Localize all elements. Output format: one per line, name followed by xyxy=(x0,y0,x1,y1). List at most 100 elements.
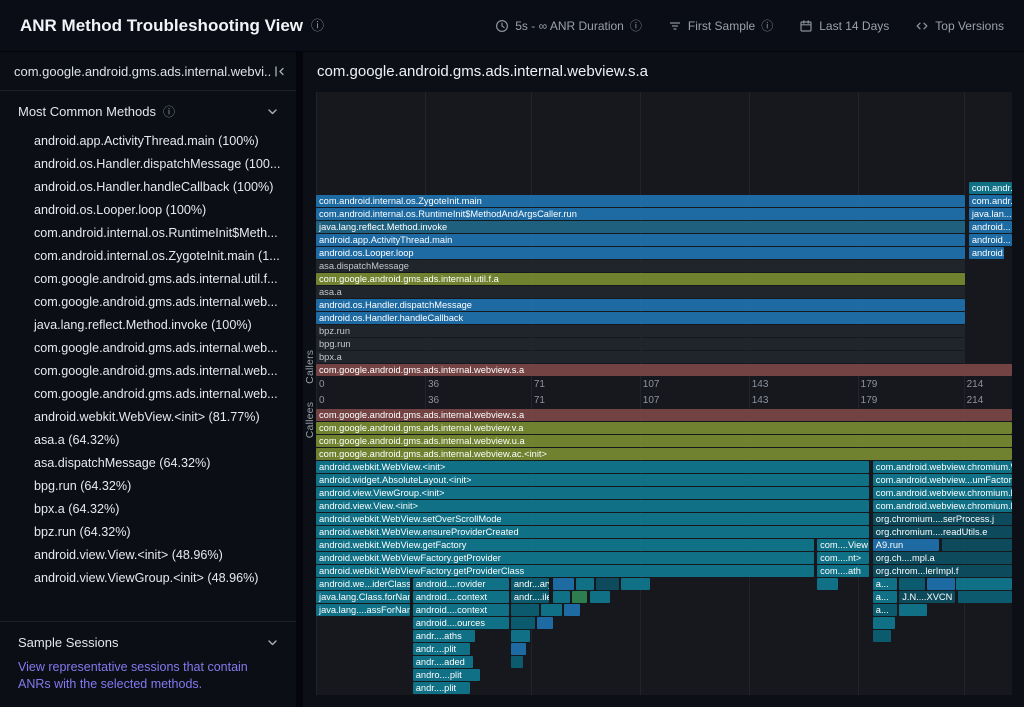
flame-segment[interactable]: andr....aded xyxy=(413,656,473,668)
flame-segment[interactable]: bpz.run xyxy=(316,325,965,337)
flame-segment[interactable]: android.we...iderClass xyxy=(316,578,410,590)
sample-sessions-header[interactable]: Sample Sessions xyxy=(0,621,296,659)
method-list-item[interactable]: android.webkit.WebView.<init> (81.77%) xyxy=(0,406,296,429)
flame-segment[interactable]: com.google.android.gms.ads.internal.webv… xyxy=(316,422,1012,434)
flame-segment[interactable]: android....context xyxy=(413,591,509,603)
flame-segment[interactable] xyxy=(537,617,552,629)
method-list-item[interactable]: com.android.internal.os.ZygoteInit.main … xyxy=(0,245,296,268)
flame-segment[interactable] xyxy=(621,578,650,590)
flame-segment[interactable]: a... xyxy=(873,578,897,590)
method-list-item[interactable]: com.google.android.gms.ads.internal.web.… xyxy=(0,383,296,406)
method-list-item[interactable]: com.android.internal.os.RuntimeInit$Meth… xyxy=(0,222,296,245)
flame-segment[interactable]: android.webkit.WebViewFactory.getProvide… xyxy=(316,565,814,577)
flame-segment[interactable]: android.os.Handler.handleCallback xyxy=(316,312,965,324)
flame-segment[interactable]: andr....ile xyxy=(511,591,549,603)
flame-segment[interactable]: android.webkit.WebView.getFactory xyxy=(316,539,814,551)
flame-segment[interactable]: com.andr... xyxy=(969,195,1012,207)
flame-segment[interactable]: com.andr... xyxy=(969,182,1012,194)
info-icon[interactable]: ⓘ xyxy=(761,20,773,32)
method-list-item[interactable]: com.google.android.gms.ads.internal.web.… xyxy=(0,291,296,314)
flame-segment[interactable]: a... xyxy=(873,604,897,616)
flame-segment[interactable]: andr....aths xyxy=(413,630,476,642)
flame-segment[interactable]: android.webkit.WebViewFactory.getProvide… xyxy=(316,552,814,564)
flame-segment[interactable]: bpg.run xyxy=(316,338,965,350)
flame-segment[interactable] xyxy=(956,578,1012,590)
flame-segment[interactable] xyxy=(596,578,618,590)
flame-segment[interactable] xyxy=(572,591,587,603)
method-list-item[interactable]: android.os.Handler.dispatchMessage (100.… xyxy=(0,153,296,176)
flame-segment[interactable]: android... xyxy=(969,247,1004,259)
flame-segment[interactable]: android.app.ActivityThread.main xyxy=(316,234,965,246)
flame-segment[interactable]: android.view.ViewGroup.<init> xyxy=(316,487,869,499)
flame-segment[interactable] xyxy=(817,578,838,590)
info-icon[interactable]: ⓘ xyxy=(630,20,642,32)
flame-segment[interactable] xyxy=(511,656,524,668)
filter-date-range[interactable]: Last 14 Days xyxy=(799,19,889,33)
flame-segment[interactable]: java.lan... xyxy=(969,208,1012,220)
flame-segment[interactable] xyxy=(564,604,581,616)
most-common-methods-header[interactable]: Most Common Methods ⓘ xyxy=(0,91,296,128)
flame-segment[interactable]: org.chromium....readUtils.e xyxy=(873,526,1012,538)
flame-segment[interactable]: com....nt> xyxy=(817,552,869,564)
info-icon[interactable]: ⓘ xyxy=(163,106,175,118)
method-list-item[interactable]: android.app.ActivityThread.main (100%) xyxy=(0,130,296,153)
filter-sample[interactable]: First Sampleⓘ xyxy=(668,19,773,33)
flame-segment[interactable]: J.N....XVCN xyxy=(899,591,955,603)
flame-segment[interactable]: android.webkit.WebView.ensureProviderCre… xyxy=(316,526,869,538)
flame-segment[interactable]: android....rovider xyxy=(413,578,509,590)
method-list-item[interactable]: bpg.run (64.32%) xyxy=(0,475,296,498)
collapse-panel-button[interactable] xyxy=(273,65,286,78)
method-list-item[interactable]: asa.dispatchMessage (64.32%) xyxy=(0,452,296,475)
flame-segment[interactable]: java.lang.Class.forName xyxy=(316,591,410,603)
method-list-item[interactable]: java.lang.reflect.Method.invoke (100%) xyxy=(0,314,296,337)
method-list-item[interactable]: com.google.android.gms.ads.internal.util… xyxy=(0,268,296,291)
flame-segment[interactable]: com.android.webview...umFactoryProvi... xyxy=(873,474,1012,486)
flame-segment[interactable] xyxy=(511,643,526,655)
flame-segment[interactable]: com....View xyxy=(817,539,869,551)
flame-segment[interactable]: android... xyxy=(969,221,1012,233)
flame-segment[interactable]: com....ath xyxy=(817,565,869,577)
flame-segment[interactable] xyxy=(899,578,925,590)
flame-segment[interactable]: com.google.android.gms.ads.internal.webv… xyxy=(316,435,1012,447)
method-list-item[interactable]: com.google.android.gms.ads.internal.web.… xyxy=(0,337,296,360)
flame-segment[interactable] xyxy=(541,604,562,616)
flame-segment[interactable]: java.lang....assForName xyxy=(316,604,410,616)
flame-segment[interactable] xyxy=(958,591,1012,603)
flame-segment[interactable]: andro....plit xyxy=(413,669,480,681)
flame-segment[interactable]: com.android.internal.os.ZygoteInit.main xyxy=(316,195,965,207)
flame-segment[interactable] xyxy=(899,604,927,616)
flame-segment[interactable]: bpx.a xyxy=(316,351,965,363)
flame-segment[interactable] xyxy=(553,591,570,603)
method-list-item[interactable]: android.os.Looper.loop (100%) xyxy=(0,199,296,222)
method-list-item[interactable]: android.view.ViewGroup.<init> (48.96%) xyxy=(0,567,296,590)
method-list-item[interactable]: android.view.View.<init> (48.96%) xyxy=(0,544,296,567)
filter-anr-duration[interactable]: 5s - ∞ ANR Durationⓘ xyxy=(495,19,642,33)
flame-segment[interactable]: java.lang.reflect.Method.invoke xyxy=(316,221,965,233)
flame-segment[interactable] xyxy=(590,591,611,603)
flame-segment[interactable]: android.os.Handler.dispatchMessage xyxy=(316,299,965,311)
flame-segment[interactable] xyxy=(553,578,574,590)
info-icon[interactable]: ⓘ xyxy=(311,19,324,32)
flame-segment[interactable]: com.android.internal.os.RuntimeInit$Meth… xyxy=(316,208,965,220)
flame-segment[interactable] xyxy=(942,539,1012,551)
flame-segment[interactable]: android....context xyxy=(413,604,509,616)
flame-segment[interactable]: android.widget.AbsoluteLayout.<init> xyxy=(316,474,869,486)
flame-segment[interactable] xyxy=(873,630,891,642)
flame-segment[interactable] xyxy=(511,604,539,616)
flame-segment[interactable]: android.webkit.WebView.setOverScrollMode xyxy=(316,513,869,525)
flame-segment[interactable]: com.google.android.gms.ads.internal.webv… xyxy=(316,364,1012,376)
method-list-item[interactable]: android.os.Handler.handleCallback (100%) xyxy=(0,176,296,199)
method-list-item[interactable]: asa.a (64.32%) xyxy=(0,429,296,452)
flame-segment[interactable]: asa.dispatchMessage xyxy=(316,260,965,272)
flame-segment[interactable] xyxy=(927,578,955,590)
flame-segment[interactable]: org.ch....mpl.a xyxy=(873,552,1012,564)
flame-segment[interactable]: asa.a xyxy=(316,286,965,298)
flame-segment[interactable] xyxy=(873,617,895,629)
flame-segment[interactable]: A9.run xyxy=(873,539,939,551)
filter-versions[interactable]: Top Versions xyxy=(915,19,1004,33)
flame-segment[interactable]: com.android.webview.chromium.b1.d xyxy=(873,500,1012,512)
flame-segment[interactable]: android... xyxy=(969,234,1012,246)
flame-segment[interactable]: com.android.webview.chromium.WebVi... xyxy=(873,461,1012,473)
flame-segment[interactable]: a... xyxy=(873,591,897,603)
method-list-item[interactable]: bpz.run (64.32%) xyxy=(0,521,296,544)
